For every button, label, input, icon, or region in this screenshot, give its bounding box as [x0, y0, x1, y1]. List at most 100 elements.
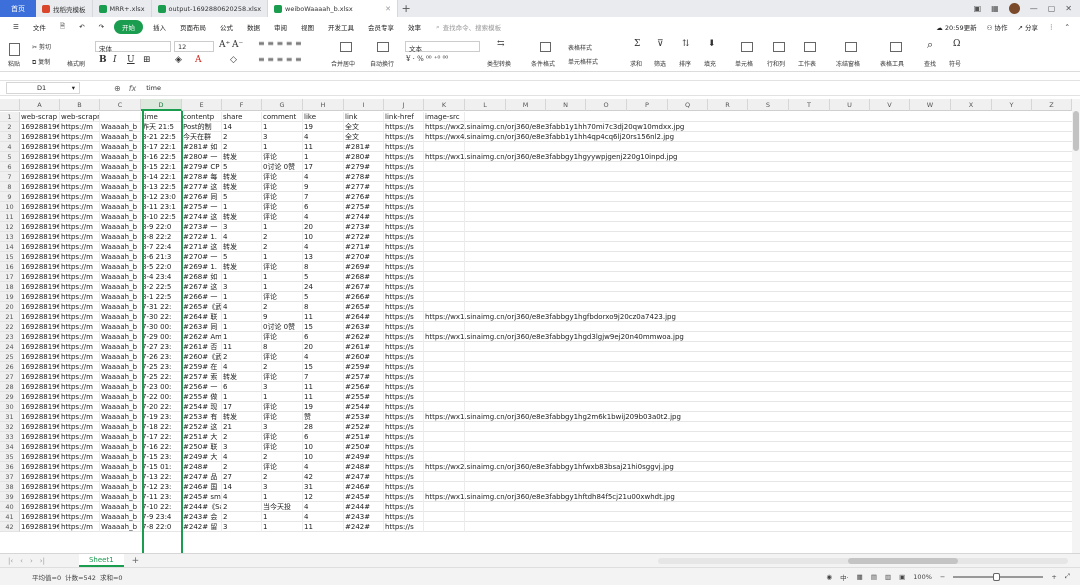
grid-cell[interactable]: Waaaah_b [100, 312, 141, 322]
grid-cell[interactable]: share [222, 112, 262, 122]
add-sheet-button[interactable]: + [132, 556, 140, 566]
grid-cell[interactable]: Waaaah_b [100, 202, 141, 212]
layout-icon[interactable]: ▣ [974, 4, 982, 13]
grid-cell[interactable]: 2 [222, 142, 262, 152]
grid-cell[interactable]: https://s [384, 162, 424, 172]
grid-cell[interactable]: https://s [384, 292, 424, 302]
row-header[interactable]: 33 [0, 432, 20, 442]
grid-cell[interactable]: 4 [303, 212, 344, 222]
table-tool-button[interactable]: 表格工具 [880, 59, 904, 68]
grid-cell[interactable]: 5 [222, 252, 262, 262]
grid-cell[interactable]: https://s [384, 342, 424, 352]
grid-cell[interactable]: 11 [222, 342, 262, 352]
grid-cell[interactable]: Waaaah_b [100, 472, 141, 482]
symbol-icon[interactable]: Ω [953, 39, 960, 49]
add-tab-button[interactable]: + [398, 2, 414, 15]
grid-cell[interactable]: 16928819€ [20, 232, 60, 242]
grid-cell[interactable]: 2 [222, 132, 262, 142]
grid-cell[interactable]: 7 [303, 192, 344, 202]
grid-cell[interactable]: 7-10 22: [141, 502, 182, 512]
align-top-icon[interactable]: ≡ ≡ ≡ ≡ ≡ [258, 39, 302, 48]
row-header[interactable]: 3 [0, 132, 20, 142]
cell-icon[interactable] [741, 42, 753, 52]
grid-cell[interactable]: https://wx2.sinaimg.cn/orj360/e8e3fabbgy… [424, 462, 674, 472]
grid-cell[interactable]: link-href [384, 112, 424, 122]
grid-cell[interactable]: 16928819€ [20, 442, 60, 452]
grid-cell[interactable]: 16928819€ [20, 132, 60, 142]
grid-cell[interactable]: #254# [344, 402, 384, 412]
wrap-icon[interactable] [377, 42, 389, 52]
grid-cell[interactable]: 10 [303, 232, 344, 242]
sheet-tab[interactable]: Sheet1 [78, 554, 124, 567]
grid-cell[interactable]: https://m [60, 322, 100, 332]
grid-cell[interactable]: 8-6 21:3 [141, 252, 182, 262]
grid-cell[interactable]: 10 [303, 442, 344, 452]
grid-cell[interactable]: Waaaah_b [100, 442, 141, 452]
sort-button[interactable]: 排序 [679, 59, 691, 68]
grid-cell[interactable] [424, 172, 465, 182]
name-box[interactable]: D1 ▾ [6, 82, 80, 94]
grid-cell[interactable] [424, 402, 465, 412]
grid-cell[interactable]: 评论 [262, 152, 303, 162]
grid-cell[interactable]: 7 [303, 372, 344, 382]
grid-cell[interactable]: #270# 一 [182, 252, 222, 262]
grid-cell[interactable]: #244#《Sa [182, 502, 222, 512]
grid-cell[interactable]: 1 [303, 152, 344, 162]
grid-cell[interactable]: 评论 [262, 432, 303, 442]
row-header[interactable]: 5 [0, 152, 20, 162]
grid-cell[interactable]: 6 [303, 202, 344, 212]
grid-cell[interactable]: 全文 [344, 132, 384, 142]
grid-cell[interactable]: #247# 品 [182, 472, 222, 482]
row-header[interactable]: 18 [0, 282, 20, 292]
grid-cell[interactable] [424, 162, 465, 172]
filter-icon[interactable]: ⊽ [657, 39, 664, 49]
grid-cell[interactable]: 7-8 22:0 [141, 522, 182, 532]
grid-cell[interactable]: #267# [344, 282, 384, 292]
grid-cell[interactable] [424, 512, 465, 522]
fullscreen-icon[interactable]: ⤢ [1065, 572, 1070, 581]
grid-cell[interactable]: 3 [222, 442, 262, 452]
grid-cell[interactable]: 15 [303, 362, 344, 372]
grid-cell[interactable]: 7-15 01: [141, 462, 182, 472]
grid-cell[interactable]: https://s [384, 302, 424, 312]
grid-cell[interactable]: 8-5 22:0 [141, 262, 182, 272]
grid-cell[interactable]: https://s [384, 142, 424, 152]
fill-color-icon[interactable]: ◈ [175, 55, 182, 65]
grid-cell[interactable]: https://m [60, 212, 100, 222]
row-header[interactable]: 36 [0, 462, 20, 472]
grid-cell[interactable] [424, 262, 465, 272]
grid-cell[interactable]: https://m [60, 312, 100, 322]
grid-cell[interactable]: Waaaah_b [100, 242, 141, 252]
merge-icon[interactable] [340, 42, 352, 52]
grid-cell[interactable]: #256# 一 [182, 382, 222, 392]
grid-cell[interactable]: #281# [344, 142, 384, 152]
grid-cell[interactable]: 7-31 22: [141, 302, 182, 312]
grid-cell[interactable]: 3 [262, 422, 303, 432]
close-icon[interactable]: ✕ [385, 5, 391, 13]
row-header[interactable]: 8 [0, 182, 20, 192]
bold-button[interactable]: B [99, 55, 107, 65]
grid-cell[interactable]: https://s [384, 412, 424, 422]
grid-cell[interactable] [424, 182, 465, 192]
grid-cell[interactable]: #269# 1. [182, 262, 222, 272]
grid-cell[interactable]: https://s [384, 202, 424, 212]
grid-cell[interactable]: 3 [222, 522, 262, 532]
grid-cell[interactable]: https://s [384, 322, 424, 332]
grid-cell[interactable]: 3 [262, 132, 303, 142]
grid-cell[interactable]: 16928819€ [20, 172, 60, 182]
grid-cell[interactable]: https://m [60, 442, 100, 452]
grid-cell[interactable]: https://m [60, 352, 100, 362]
grid-cell[interactable]: 1 [222, 202, 262, 212]
grid-cell[interactable]: https://s [384, 472, 424, 482]
formula-input[interactable]: time [146, 84, 161, 92]
grid-cell[interactable]: #266# 一 [182, 292, 222, 302]
grid-cell[interactable]: 2 [222, 502, 262, 512]
conditional-format-button[interactable]: 条件格式 [531, 59, 555, 68]
fill-button[interactable]: 填充 [704, 59, 716, 68]
grid-cell[interactable]: https://wx1.sinaimg.cn/orj360/e8e3fabbgy… [424, 152, 678, 162]
grid-cell[interactable]: https://s [384, 372, 424, 382]
grid-cell[interactable]: 转发 [222, 412, 262, 422]
grid-cell[interactable]: https://s [384, 462, 424, 472]
grid-cell[interactable]: https://m [60, 422, 100, 432]
row-header[interactable]: 32 [0, 422, 20, 432]
